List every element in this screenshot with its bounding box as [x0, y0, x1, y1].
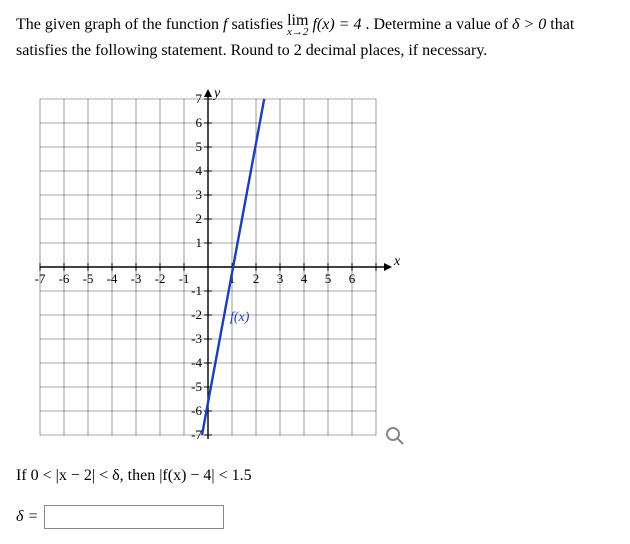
answer-row: δ =	[16, 505, 614, 529]
text: The given graph of the function	[16, 16, 223, 33]
svg-text:-3: -3	[131, 271, 142, 286]
svg-text:3: 3	[196, 187, 203, 202]
magnify-icon[interactable]	[387, 428, 403, 444]
svg-text:1: 1	[196, 235, 203, 250]
svg-text:-7: -7	[191, 427, 202, 442]
svg-text:-6: -6	[59, 271, 70, 286]
problem-statement: The given graph of the function f satisf…	[16, 12, 614, 63]
x-axis-label: x	[393, 254, 401, 269]
epsilon-value: 1.5	[232, 467, 252, 484]
text: . Determine a value of	[365, 16, 512, 33]
svg-text:6: 6	[196, 115, 203, 130]
lim-body: f(x) = 4	[312, 16, 361, 33]
fn-symbol: f	[223, 16, 227, 33]
svg-text:-4: -4	[107, 271, 118, 286]
svg-text:-3: -3	[191, 331, 202, 346]
limit-expression: lim x→2	[287, 13, 308, 38]
svg-text:-2: -2	[191, 307, 202, 322]
svg-text:-1: -1	[191, 283, 202, 298]
svg-text:7: 7	[196, 91, 203, 106]
svg-text:4: 4	[301, 271, 308, 286]
svg-text:6: 6	[349, 271, 356, 286]
svg-text:-1: -1	[179, 271, 190, 286]
svg-text:5: 5	[196, 139, 203, 154]
svg-text:-5: -5	[83, 271, 94, 286]
svg-text:-2: -2	[155, 271, 166, 286]
svg-text:-5: -5	[191, 379, 202, 394]
svg-text:4: 4	[196, 163, 203, 178]
text: satisfies	[232, 16, 288, 33]
svg-text:2: 2	[196, 211, 203, 226]
svg-text:-4: -4	[191, 355, 202, 370]
statement-text: If 0 < |x − 2| < δ, then |f(x) − 4| <	[16, 467, 232, 484]
svg-text:-7: -7	[35, 271, 46, 286]
delta-expr: δ > 0	[512, 16, 546, 33]
svg-text:-6: -6	[191, 403, 202, 418]
svg-text:3: 3	[277, 271, 284, 286]
epsilon-delta-statement: If 0 < |x − 2| < δ, then |f(x) − 4| < 1.…	[16, 467, 614, 485]
y-axis-label: y	[212, 87, 221, 101]
svg-text:5: 5	[325, 271, 332, 286]
lim-sub: x→2	[287, 27, 308, 38]
svg-text:2: 2	[253, 271, 260, 286]
chart-svg: x y -7 -6 -5 -4 -3 -2 -1 1 2 3 4 5 6 7 6…	[16, 87, 416, 447]
delta-label: δ =	[16, 508, 38, 526]
graph: x y -7 -6 -5 -4 -3 -2 -1 1 2 3 4 5 6 7 6…	[16, 87, 614, 447]
series-label: f(x)	[230, 310, 250, 325]
delta-input[interactable]	[44, 505, 224, 529]
